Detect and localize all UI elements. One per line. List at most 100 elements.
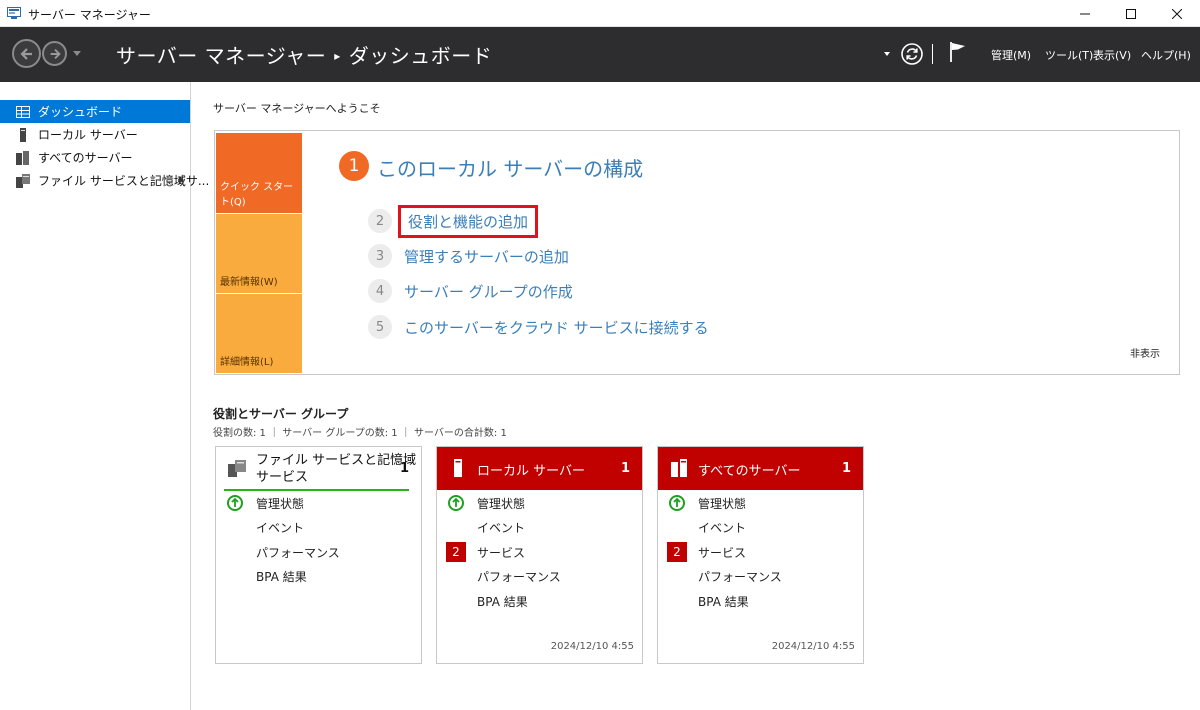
role-card-file-services: ファイル サービスと記憶域 サービス 1 管理状態 イベント パフォーマンス B… [215, 446, 422, 664]
back-button[interactable] [12, 39, 41, 68]
sidebar-item-file-services[interactable]: ファイル サービスと記憶域サ... [0, 169, 209, 192]
card-header[interactable]: すべてのサーバー 1 [658, 447, 863, 490]
row-label: サービス [477, 545, 526, 560]
add-servers-link[interactable]: 管理するサーバーの追加 [404, 246, 569, 267]
card-row-performance[interactable]: パフォーマンス [658, 565, 863, 587]
card-timestamp: 2024/12/10 4:55 [550, 641, 634, 652]
role-card-all-servers: すべてのサーバー 1 管理状態 イベント 2 サービス パフォーマンス BPA … [657, 446, 864, 664]
header-dropdown-icon[interactable] [884, 52, 890, 56]
breadcrumb: サーバー マネージャー ▸ ダッシュボード [116, 40, 492, 69]
sidebar-item-label: ローカル サーバー [38, 128, 138, 142]
file-services-icon [16, 173, 30, 188]
close-button[interactable] [1154, 0, 1200, 27]
step-connect-cloud: 5 このサーバーをクラウド サービスに接続する [368, 315, 709, 339]
service-alert-badge: 2 [667, 542, 687, 562]
step-number: 5 [368, 315, 392, 339]
sidebar: ダッシュボード ローカル サーバー すべてのサーバー ファイル サービスと記憶域… [0, 82, 209, 710]
minimize-button[interactable] [1062, 0, 1108, 27]
row-label: イベント [698, 520, 747, 535]
server-manager-app-icon [7, 7, 21, 19]
card-title: ファイル サービスと記憶域 サービス [256, 452, 416, 486]
card-count: 1 [620, 461, 630, 476]
connect-cloud-services-link[interactable]: このサーバーをクラウド サービスに接続する [404, 317, 709, 338]
row-label: BPA 結果 [698, 594, 749, 609]
row-label: イベント [477, 520, 526, 535]
forward-button[interactable] [42, 41, 67, 66]
maximize-icon [1126, 8, 1136, 19]
menu-manage[interactable]: 管理(M) [991, 47, 1031, 63]
menu-tools[interactable]: ツール(T) [1045, 47, 1093, 63]
dashboard-grid-icon [16, 105, 30, 119]
menu-view[interactable]: 表示(V) [1093, 47, 1131, 63]
row-label: パフォーマンス [256, 545, 340, 560]
history-dropdown-icon[interactable] [73, 51, 81, 56]
add-roles-features-link[interactable]: 役割と機能の追加 [397, 204, 539, 238]
forward-arrow-icon [50, 48, 61, 59]
row-label: BPA 結果 [477, 594, 528, 609]
step-number: 2 [368, 209, 392, 233]
card-row-services[interactable]: 2 サービス [437, 541, 642, 563]
row-label: サービス [698, 545, 747, 560]
card-title-line: サービス [256, 470, 309, 485]
card-row-manageability[interactable]: 管理状態 [216, 492, 421, 514]
server-icon [454, 459, 462, 477]
row-label: イベント [256, 520, 305, 535]
card-title: ローカル サーバー [477, 464, 586, 479]
card-count: 1 [841, 461, 851, 476]
row-label: パフォーマンス [477, 569, 561, 584]
tab-quick-start[interactable]: クイック スタート(Q) [216, 133, 302, 213]
card-title-line: ファイル サービスと記憶域 [256, 453, 417, 468]
card-row-bpa[interactable]: BPA 結果 [658, 590, 863, 612]
create-server-group-link[interactable]: サーバー グループの作成 [404, 281, 573, 302]
card-header[interactable]: ローカル サーバー 1 [437, 447, 642, 490]
tab-label: クイック スタート(Q) [220, 182, 294, 208]
card-row-events[interactable]: イベント [658, 516, 863, 538]
card-title: すべてのサーバー [698, 464, 801, 479]
expand-arrow-icon[interactable] [179, 176, 184, 184]
window-title-bar: サーバー マネージャー [0, 0, 1200, 27]
minimize-icon [1080, 13, 1090, 14]
roles-section-title: 役割とサーバー グループ [213, 407, 349, 421]
service-alert-badge: 2 [446, 542, 466, 562]
card-row-events[interactable]: イベント [216, 516, 421, 538]
tab-learn-more[interactable]: 詳細情報(L) [216, 294, 302, 373]
status-underline [224, 489, 409, 491]
breadcrumb-app[interactable]: サーバー マネージャー [116, 44, 326, 68]
close-icon [1172, 8, 1182, 19]
maximize-button[interactable] [1108, 0, 1154, 27]
step-add-servers: 3 管理するサーバーの追加 [368, 244, 569, 268]
configure-local-server-link[interactable]: このローカル サーバーの構成 [377, 153, 643, 182]
nav-header: サーバー マネージャー ▸ ダッシュボード 管理(M) ツール(T) 表示(V) ヘ… [0, 27, 1200, 82]
step-1-badge: 1 [339, 151, 369, 181]
status-up-icon [227, 495, 243, 511]
card-timestamp: 2024/12/10 4:55 [771, 641, 855, 652]
sidebar-item-label: ダッシュボード [38, 105, 123, 119]
quick-start-panel: クイック スタート(Q) 最新情報(W) 詳細情報(L) 1 このローカル サー… [214, 130, 1180, 375]
card-row-performance[interactable]: パフォーマンス [216, 541, 421, 563]
tab-label: 最新情報(W) [220, 277, 278, 288]
card-row-services[interactable]: 2 サービス [658, 541, 863, 563]
refresh-icon[interactable] [901, 43, 923, 65]
card-row-events[interactable]: イベント [437, 516, 642, 538]
card-row-performance[interactable]: パフォーマンス [437, 565, 642, 587]
menu-help[interactable]: ヘルプ(H) [1141, 47, 1191, 63]
flag-icon[interactable] [949, 41, 967, 63]
header-divider [932, 44, 933, 64]
sidebar-item-all-servers[interactable]: すべてのサーバー [0, 146, 190, 169]
sidebar-item-label: すべてのサーバー [38, 151, 133, 165]
card-header[interactable]: ファイル サービスと記憶域 サービス 1 [216, 447, 421, 490]
row-label: パフォーマンス [698, 569, 782, 584]
status-up-icon [448, 495, 464, 511]
tab-whats-new[interactable]: 最新情報(W) [216, 214, 302, 293]
sidebar-item-local-server[interactable]: ローカル サーバー [0, 123, 190, 146]
card-row-manageability[interactable]: 管理状態 [658, 492, 863, 514]
row-label: 管理状態 [256, 496, 305, 511]
sidebar-item-dashboard[interactable]: ダッシュボード [0, 100, 190, 123]
step-number: 3 [368, 244, 392, 268]
roles-count-summary: 役割の数: 1 ｜ サーバー グループの数: 1 ｜ サーバーの合計数: 1 [213, 428, 507, 439]
hide-link[interactable]: 非表示 [1130, 345, 1160, 360]
welcome-title: サーバー マネージャーへようこそ [213, 102, 381, 115]
card-row-manageability[interactable]: 管理状態 [437, 492, 642, 514]
card-row-bpa[interactable]: BPA 結果 [437, 590, 642, 612]
card-row-bpa[interactable]: BPA 結果 [216, 565, 421, 587]
